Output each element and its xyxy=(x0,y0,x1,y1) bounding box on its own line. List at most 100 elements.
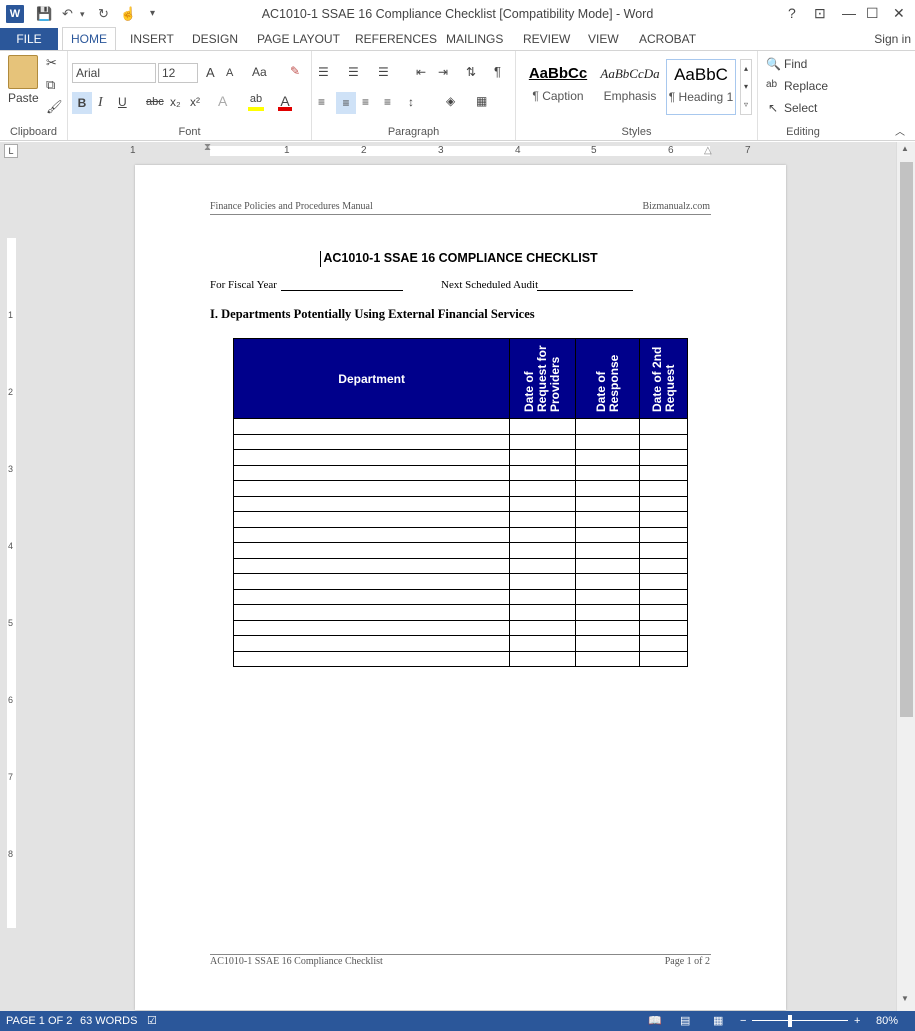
tab-acrobat[interactable]: ACROBAT xyxy=(639,28,696,50)
format-painter-icon[interactable]: 🖌 xyxy=(46,99,63,115)
justify-icon[interactable]: ≡ xyxy=(384,95,391,109)
table-cell[interactable] xyxy=(509,418,577,435)
scrollbar-thumb[interactable] xyxy=(900,162,913,717)
tab-view[interactable]: VIEW xyxy=(588,28,619,50)
table-cell[interactable] xyxy=(232,526,511,543)
table-cell[interactable] xyxy=(509,619,577,636)
tab-design[interactable]: DESIGN xyxy=(192,28,238,50)
help-icon[interactable]: ? xyxy=(788,5,796,21)
table-cell[interactable] xyxy=(509,433,577,450)
print-layout-icon[interactable]: ▤ xyxy=(680,1011,690,1031)
page-count-status[interactable]: PAGE 1 OF 2 xyxy=(6,1011,72,1031)
table-cell[interactable] xyxy=(575,526,641,543)
tab-review[interactable]: REVIEW xyxy=(523,28,570,50)
next-audit-field[interactable] xyxy=(537,290,633,291)
table-cell[interactable] xyxy=(639,511,688,528)
table-cell[interactable] xyxy=(232,511,511,528)
subscript-button[interactable]: x₂ xyxy=(170,95,181,109)
tab-references[interactable]: REFERENCES xyxy=(355,28,437,50)
numbering-icon[interactable]: ☰ xyxy=(348,65,359,79)
style-heading1[interactable]: AaBbC ¶ Heading 1 xyxy=(666,59,736,115)
font-size-select[interactable]: 12 xyxy=(158,63,198,83)
change-case-button[interactable]: Aa xyxy=(252,65,267,79)
find-button[interactable]: Find xyxy=(784,57,807,71)
table-cell[interactable] xyxy=(232,619,511,636)
styles-scroll-icon[interactable]: ▴ ▾ ▿ xyxy=(740,59,752,115)
table-cell[interactable] xyxy=(575,588,641,605)
table-cell[interactable] xyxy=(575,449,641,466)
table-cell[interactable] xyxy=(509,480,577,497)
table-cell[interactable] xyxy=(639,588,688,605)
replace-icon[interactable]: ab xyxy=(766,79,777,90)
table-cell[interactable] xyxy=(232,449,511,466)
bold-button[interactable]: B xyxy=(72,92,92,114)
table-cell[interactable] xyxy=(509,635,577,652)
collapse-ribbon-icon[interactable]: ︿ xyxy=(895,123,905,138)
scroll-down-icon[interactable]: ▼ xyxy=(901,994,909,1003)
table-cell[interactable] xyxy=(232,557,511,574)
table-cell[interactable] xyxy=(509,511,577,528)
table-cell[interactable] xyxy=(232,604,511,621)
table-cell[interactable] xyxy=(575,619,641,636)
zoom-in-icon[interactable]: + xyxy=(854,1011,860,1031)
tab-home[interactable]: HOME xyxy=(62,27,116,51)
tab-page-layout[interactable]: PAGE LAYOUT xyxy=(257,28,340,50)
table-cell[interactable] xyxy=(639,480,688,497)
select-icon[interactable]: ↖ xyxy=(768,101,778,115)
replace-button[interactable]: Replace xyxy=(784,79,828,93)
table-cell[interactable] xyxy=(639,418,688,435)
word-count-status[interactable]: 63 WORDS xyxy=(80,1011,137,1031)
table-cell[interactable] xyxy=(639,542,688,559)
tab-file[interactable]: FILE xyxy=(0,28,58,50)
align-right-icon[interactable]: ≡ xyxy=(362,95,369,109)
table-cell[interactable] xyxy=(232,464,511,481)
tab-mailings[interactable]: MAILINGS xyxy=(446,28,503,50)
zoom-slider-thumb[interactable] xyxy=(788,1015,792,1027)
superscript-button[interactable]: x² xyxy=(190,95,200,109)
zoom-level[interactable]: 80% xyxy=(876,1011,898,1031)
document-title[interactable]: AC1010-1 SSAE 16 COMPLIANCE CHECKLIST xyxy=(210,251,711,265)
table-cell[interactable] xyxy=(575,464,641,481)
indent-marker-icon[interactable]: ⧗ xyxy=(204,142,211,153)
table-cell[interactable] xyxy=(232,588,511,605)
table-cell[interactable] xyxy=(509,449,577,466)
table-cell[interactable] xyxy=(509,526,577,543)
table-cell[interactable] xyxy=(232,573,511,590)
table-cell[interactable] xyxy=(232,542,511,559)
zoom-slider[interactable] xyxy=(752,1020,848,1021)
table-cell[interactable] xyxy=(509,557,577,574)
vertical-scrollbar[interactable]: ▲ ▼ xyxy=(896,142,915,1012)
scroll-up-icon[interactable]: ▲ xyxy=(901,144,909,153)
table-cell[interactable] xyxy=(509,542,577,559)
table-cell[interactable] xyxy=(639,650,688,667)
clear-formatting-icon[interactable]: ✎ xyxy=(290,64,300,78)
table-cell[interactable] xyxy=(232,495,511,512)
borders-icon[interactable]: ▦ xyxy=(476,94,487,108)
zoom-out-icon[interactable]: − xyxy=(740,1011,746,1031)
multilevel-list-icon[interactable]: ☰ xyxy=(378,65,389,79)
table-cell[interactable] xyxy=(509,573,577,590)
show-formatting-button[interactable]: ¶ xyxy=(494,64,501,79)
table-cell[interactable] xyxy=(232,418,511,435)
table-cell[interactable] xyxy=(509,650,577,667)
table-cell[interactable] xyxy=(575,495,641,512)
maximize-icon[interactable]: ☐ xyxy=(866,5,879,22)
table-cell[interactable] xyxy=(639,464,688,481)
table-cell[interactable] xyxy=(575,542,641,559)
proofing-icon[interactable]: ☑ xyxy=(147,1011,157,1031)
find-icon[interactable]: 🔍 xyxy=(766,57,781,71)
table-cell[interactable] xyxy=(639,433,688,450)
table-cell[interactable] xyxy=(639,557,688,574)
align-left-icon[interactable]: ≡ xyxy=(318,95,325,109)
table-cell[interactable] xyxy=(639,526,688,543)
right-indent-icon[interactable]: △ xyxy=(704,145,712,156)
sort-icon[interactable]: ⇅ xyxy=(466,65,476,79)
table-cell[interactable] xyxy=(575,650,641,667)
cut-icon[interactable]: ✂ xyxy=(46,55,57,71)
bullets-icon[interactable]: ☰ xyxy=(318,65,329,79)
table-cell[interactable] xyxy=(575,433,641,450)
table-cell[interactable] xyxy=(639,635,688,652)
italic-button[interactable]: I xyxy=(98,95,103,111)
increase-indent-icon[interactable]: ⇥ xyxy=(438,65,448,79)
table-cell[interactable] xyxy=(575,557,641,574)
